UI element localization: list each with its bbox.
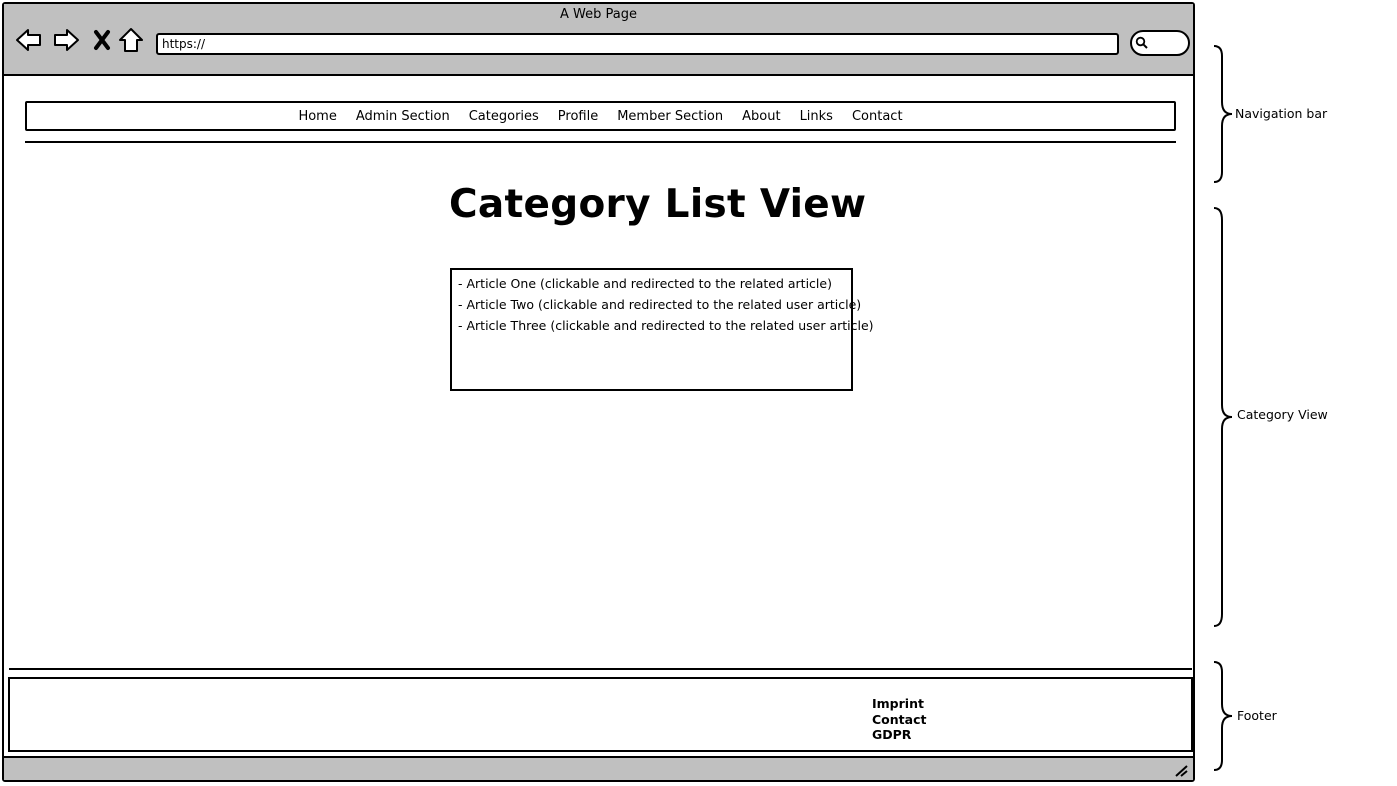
footer-brace-icon — [1213, 661, 1233, 771]
navigation-bar: Home Admin Section Categories Profile Me… — [25, 101, 1176, 131]
article-link-three[interactable]: - Article Three (clickable and redirecte… — [458, 315, 874, 336]
article-link-one[interactable]: - Article One (clickable and redirected … — [458, 273, 851, 294]
footer-link-gdpr[interactable]: GDPR — [872, 727, 926, 743]
back-arrow-icon[interactable] — [15, 26, 43, 54]
home-icon[interactable] — [117, 26, 145, 54]
search-icon — [1135, 36, 1148, 49]
wireframe-canvas: A Web Page https:// Home Admin Section C… — [0, 0, 1397, 786]
footer: Imprint Contact GDPR — [8, 677, 1193, 752]
browser-window: A Web Page https:// Home Admin Section C… — [2, 2, 1195, 782]
nav-item-member-section[interactable]: Member Section — [617, 109, 723, 124]
nav-item-categories[interactable]: Categories — [469, 109, 539, 124]
window-title: A Web Page — [560, 7, 637, 22]
navbar-divider — [25, 141, 1176, 143]
nav-item-admin-section[interactable]: Admin Section — [356, 109, 450, 124]
close-x-icon[interactable] — [88, 26, 116, 54]
footer-divider — [9, 668, 1192, 670]
nav-item-links[interactable]: Links — [800, 109, 833, 124]
footer-link-contact[interactable]: Contact — [872, 712, 926, 728]
annotation-category-view: Category View — [1237, 407, 1328, 422]
footer-links: Imprint Contact GDPR — [872, 696, 926, 743]
category-view-brace-icon — [1213, 207, 1233, 627]
resize-grip-icon[interactable] — [1173, 762, 1189, 778]
annotation-navigation: Navigation bar — [1235, 106, 1328, 121]
nav-item-home[interactable]: Home — [298, 109, 336, 124]
search-button[interactable] — [1130, 30, 1190, 56]
browser-toolbar: A Web Page https:// — [4, 4, 1193, 76]
nav-item-contact[interactable]: Contact — [852, 109, 903, 124]
article-link-two[interactable]: - Article Two (clickable and redirected … — [458, 294, 861, 315]
status-bar — [4, 756, 1193, 780]
page-title: Category List View — [449, 182, 867, 227]
navigation-brace-icon — [1213, 45, 1233, 183]
url-bar[interactable]: https:// — [156, 33, 1119, 55]
nav-item-about[interactable]: About — [742, 109, 780, 124]
forward-arrow-icon[interactable] — [52, 26, 80, 54]
annotation-footer: Footer — [1237, 708, 1277, 723]
nav-item-profile[interactable]: Profile — [558, 109, 598, 124]
article-list: - Article One (clickable and redirected … — [450, 268, 874, 391]
footer-link-imprint[interactable]: Imprint — [872, 696, 926, 712]
